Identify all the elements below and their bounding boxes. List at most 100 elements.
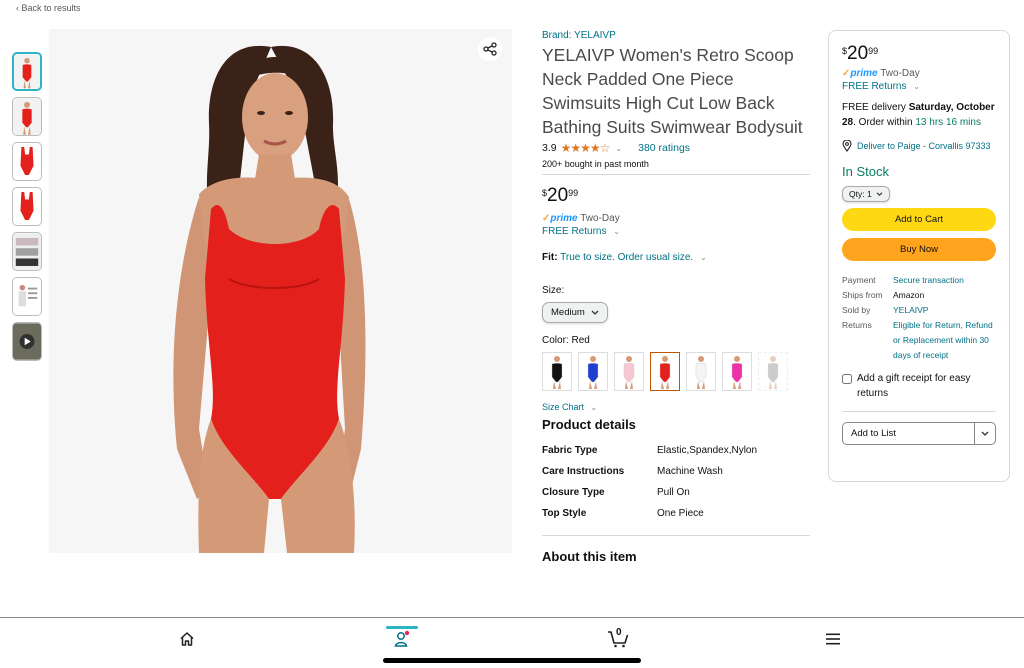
prime-badge: ✓prime Two-Day — [842, 68, 996, 79]
gift-receipt-checkbox[interactable] — [842, 374, 852, 384]
price-whole: 20 — [547, 185, 569, 206]
prime-suffix: Two-Day — [580, 213, 620, 224]
qty-label: Qty: 1 — [849, 189, 872, 199]
deliver-to-link[interactable]: Deliver to Paige - Corvallis 97333 — [842, 140, 996, 152]
color-selected: Red — [571, 335, 590, 346]
details-value: Pull On — [657, 487, 690, 498]
color-swatch-5[interactable] — [686, 352, 716, 391]
about-heading: About this item — [542, 549, 637, 564]
add-to-cart-button[interactable]: Add to Cart — [842, 208, 996, 231]
thumbnail-5[interactable] — [12, 232, 42, 271]
price-fraction: 99 — [568, 188, 579, 198]
color-swatch-7[interactable] — [758, 352, 788, 391]
details-row: Fabric Type Elastic,Spandex,Nylon — [542, 445, 810, 466]
ratings-count-link[interactable]: 380 ratings — [638, 142, 690, 154]
main-product-image[interactable] — [49, 29, 512, 553]
share-button[interactable] — [478, 37, 502, 61]
thumbnail-image — [13, 278, 41, 315]
back-to-results-link[interactable]: ‹ Back to results — [16, 3, 81, 13]
quantity-dropdown[interactable]: Qty: 1 — [842, 186, 890, 202]
nav-account[interactable] — [386, 626, 418, 650]
menu-icon — [826, 633, 840, 645]
swatch-image — [695, 356, 707, 389]
seller-info-value[interactable]: Eligible for Return, Refund or Replaceme… — [893, 318, 996, 363]
product-details-heading: Product details — [542, 417, 636, 432]
seller-info: Payment Secure transaction Ships from Amazo… — [842, 273, 996, 363]
details-key: Top Style — [542, 508, 587, 519]
size-selected: Medium — [551, 307, 585, 318]
fit-label: Fit: — [542, 252, 558, 263]
back-label: Back to results — [21, 3, 81, 13]
thumbnail-7[interactable] — [12, 322, 42, 361]
color-swatch-2[interactable] — [578, 352, 608, 391]
buybox-price: $ 20 99 — [842, 43, 996, 65]
add-to-list-dropdown[interactable] — [975, 423, 995, 444]
details-row: Top Style One Piece — [542, 508, 810, 529]
details-key: Fabric Type — [542, 445, 598, 456]
fit-value: True to size. Order usual size. — [560, 252, 694, 263]
seller-info-row: Sold by YELAIVP — [842, 303, 996, 318]
chevron-down-icon: ⌄ — [613, 227, 620, 236]
details-value: Elastic,Spandex,Nylon — [657, 445, 758, 456]
nav-menu[interactable] — [818, 628, 848, 650]
seller-info-value[interactable]: Secure transaction — [893, 273, 996, 288]
chevron-down-icon — [591, 310, 599, 315]
details-key: Care Instructions — [542, 466, 625, 477]
nav-home[interactable] — [172, 628, 202, 650]
gift-receipt-label: Add a gift receipt for easy returns — [857, 373, 971, 399]
color-swatch-1[interactable] — [542, 352, 572, 391]
buy-box: $ 20 99 ✓prime Two-Day FREE Returns ⌄ FR… — [828, 30, 1010, 482]
size-dropdown[interactable]: Medium — [542, 302, 608, 323]
size-label: Size: — [542, 285, 565, 296]
nav-cart[interactable]: 0 — [603, 627, 633, 650]
seller-info-value[interactable]: YELAIVP — [893, 303, 996, 318]
seller-info-key: Sold by — [842, 305, 871, 315]
price-fraction: 99 — [868, 46, 879, 56]
rating-value: 3.9 — [542, 142, 557, 154]
home-indicator — [383, 658, 641, 663]
gift-receipt-option[interactable]: Add a gift receipt for easy returns — [842, 371, 996, 401]
color-swatch-3[interactable] — [614, 352, 644, 391]
bought-count: 200+ bought in past month — [542, 159, 649, 169]
free-returns-label: FREE Returns — [542, 226, 607, 237]
thumbnail-6[interactable] — [12, 277, 42, 316]
free-returns-label: FREE Returns — [842, 81, 907, 92]
product-title: YELAIVP Women's Retro Scoop Neck Padded … — [542, 45, 803, 137]
chevron-down-icon — [876, 192, 883, 196]
seller-info-key: Returns — [842, 320, 872, 330]
chevron-down-icon[interactable]: ⌄ — [615, 144, 622, 153]
swatch-image — [623, 356, 635, 389]
thumbnail-image — [13, 98, 41, 135]
thumbnail-2[interactable] — [12, 97, 42, 136]
color-label: Color: Red — [542, 335, 810, 346]
details-row: Closure Type Pull On — [542, 487, 810, 508]
thumbnail-image — [13, 233, 41, 270]
brand-link[interactable]: Brand: YELAIVP — [542, 30, 810, 41]
thumbnail-1[interactable] — [12, 52, 42, 91]
chevron-down-icon: ⌄ — [913, 82, 920, 91]
seller-info-row: Payment Secure transaction — [842, 273, 996, 288]
star-rating-icon[interactable]: ★★★★☆ — [561, 141, 611, 155]
buy-now-button[interactable]: Buy Now — [842, 238, 996, 261]
size-chart-link[interactable]: Size Chart ⌄ — [542, 402, 810, 412]
stock-status: In Stock — [842, 164, 889, 179]
fit-info[interactable]: Fit: True to size. Order usual size. ⌄ — [542, 252, 810, 263]
thumbnail-4[interactable] — [12, 187, 42, 226]
add-to-list-button[interactable]: Add to List — [842, 422, 996, 445]
free-returns-link[interactable]: FREE Returns ⌄ — [542, 226, 810, 237]
deliver-to-label: Deliver to Paige - Corvallis 97333 — [857, 141, 991, 151]
swatch-image — [659, 356, 671, 389]
swatch-image — [767, 356, 779, 389]
color-swatch-6[interactable] — [722, 352, 752, 391]
color-swatch-4[interactable] — [650, 352, 680, 391]
chevron-down-icon: ⌄ — [590, 403, 598, 412]
thumbnail-image — [13, 143, 41, 180]
divider — [542, 535, 810, 536]
active-tab-indicator — [386, 626, 418, 629]
thumbnail-3[interactable] — [12, 142, 42, 181]
model-illustration — [49, 29, 512, 553]
location-pin-icon — [842, 140, 852, 152]
swatch-image — [587, 356, 599, 389]
price-whole: 20 — [847, 43, 869, 64]
free-returns-link[interactable]: FREE Returns ⌄ — [842, 81, 996, 92]
